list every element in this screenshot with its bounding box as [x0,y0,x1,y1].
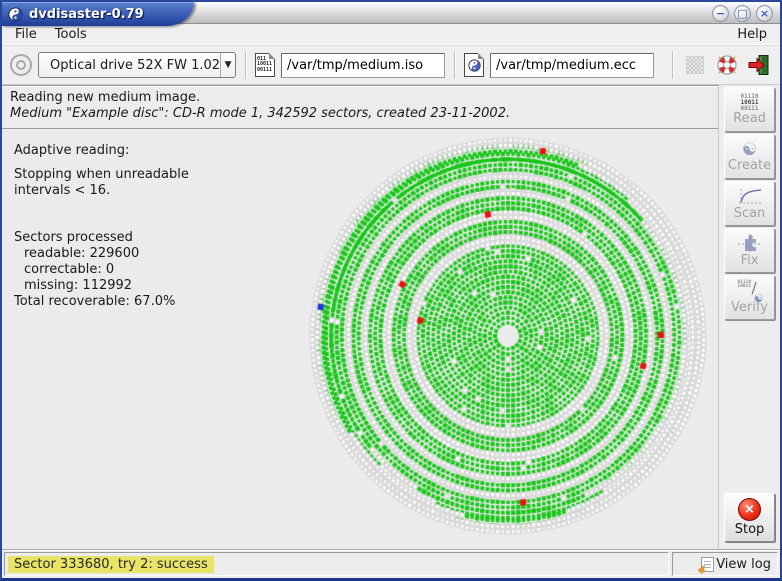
drive-icon [10,54,32,76]
view-log-button[interactable]: ☛ View log [672,552,778,576]
verify-button[interactable]: 01110 10011 ∕ ☯ Verify [724,275,775,320]
stopping-rule-line2: intervals < 16. [14,183,189,199]
puzzle-piece-icon [738,234,762,254]
toolbar-separator [454,51,455,79]
reading-mode-label: Adaptive reading: [14,143,189,159]
quit-button[interactable] [745,52,772,79]
create-button[interactable]: ☯ Create [724,134,775,179]
statusbar-message: Sector 333680, try 2: success [8,556,214,573]
status-line-action: Reading new medium image. [10,90,710,105]
total-recoverable: Total recoverable: 67.0% [14,294,189,310]
exit-door-icon [747,53,771,77]
app-window: dvdisaster-0.79 − □ × File Tools Help Op… [0,0,782,581]
image-file-icon: 011 10011 00111 [255,53,275,77]
verify-icon: 01110 10011 ∕ ☯ [738,281,762,301]
scan-curve-icon [737,187,763,207]
statusbar: Sector 333680, try 2: success ☛ View log [2,549,780,578]
titlebar[interactable]: dvdisaster-0.79 − □ × [2,0,780,24]
status-panel: Reading new medium image. Medium "Exampl… [2,85,718,129]
preferences-button-disabled [681,52,708,79]
stop-button[interactable]: × Stop [724,493,775,542]
scan-button-label: Scan [734,207,766,221]
titlebar-tab: dvdisaster-0.79 [2,2,194,26]
disc-spiral-visualization [302,130,714,542]
statusbar-message-area: Sector 333680, try 2: success [4,552,669,576]
sectors-correctable: correctable: 0 [14,262,189,278]
fix-button-label: Fix [741,254,759,268]
action-sidebar: 01110 10011 00111 Read ☯ Create Scan [718,85,780,549]
yinyang-icon: ☯ [742,141,757,159]
toolbar-separator [245,51,246,79]
ecc-file-icon [464,53,484,77]
disabled-icon [686,56,704,74]
reading-info-block: Adaptive reading: Stopping when unreadab… [14,143,189,310]
toolbar: Optical drive 52X FW 1.02 ▼ 011 10011 00… [2,45,780,85]
log-document-icon: ☛ [701,557,714,572]
read-binary-icon: 01110 10011 00111 [740,94,758,112]
menu-help[interactable]: Help [728,26,776,43]
close-button[interactable]: × [756,5,773,22]
view-log-label: View log [716,557,771,572]
iso-path-input[interactable] [281,53,445,78]
minimize-button[interactable]: − [712,5,729,22]
chevron-down-icon[interactable]: ▼ [220,53,235,77]
menubar: File Tools Help [2,24,780,45]
ecc-path-input[interactable] [490,53,654,78]
image-file-icon-line: 00111 [257,68,274,74]
fix-button[interactable]: Fix [724,228,775,273]
read-button[interactable]: 01110 10011 00111 Read [724,87,775,132]
drive-select-dropdown[interactable]: Optical drive 52X FW 1.02 ▼ [38,52,236,78]
help-button[interactable] [713,52,740,79]
drive-select-value: Optical drive 52X FW 1.02 [39,58,220,73]
sectors-readable: readable: 229600 [14,246,189,262]
maximize-button[interactable]: □ [734,5,751,22]
ecc-yinyang-icon [468,59,481,72]
scan-button[interactable]: Scan [724,181,775,226]
stop-button-label: Stop [735,522,765,537]
stop-x-icon: × [738,498,761,521]
create-button-label: Create [728,159,771,173]
reading-view: Adaptive reading: Stopping when unreadab… [2,129,718,549]
status-line-medium: Medium "Example disc": CD-R mode 1, 3425… [10,106,710,121]
toolbar-separator [672,51,673,79]
sectors-header: Sectors processed [14,230,189,246]
menu-tools[interactable]: Tools [46,26,96,43]
stopping-rule-line1: Stopping when unreadable [14,167,189,183]
pointing-hand-icon: ☛ [696,562,711,577]
lifebuoy-icon [715,53,739,77]
sectors-missing: missing: 112992 [14,278,189,294]
read-button-label: Read [733,112,766,126]
app-yinyang-icon [8,7,23,22]
menu-file[interactable]: File [6,26,46,43]
window-title: dvdisaster-0.79 [29,7,144,22]
